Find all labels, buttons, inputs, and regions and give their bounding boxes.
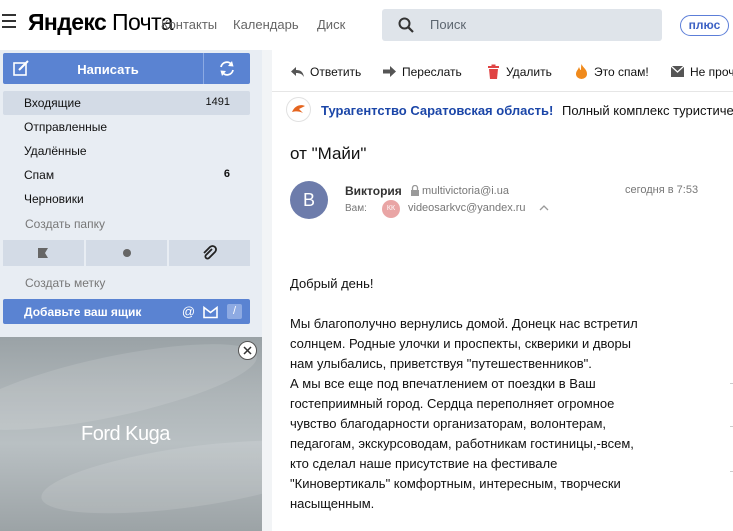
paperclip-icon [203,245,217,260]
folder-count: 1491 [205,96,230,108]
sidebar: Написать Входящие 1491 Отправленные Удал… [0,50,262,531]
body-line: нам улыбались, приветствуя "путешественн… [290,356,592,371]
spam-button[interactable]: Это спам! [574,64,649,79]
folder-count: 6 [223,168,230,180]
folder-name: Спам [24,168,55,182]
forward-icon [383,66,396,77]
refresh-icon [220,61,234,76]
body-line: солнцем. Родные улочки и проспекты, скве… [290,336,632,351]
body-line: "Киновертикаль" комфортным, интересным, … [290,476,621,491]
delete-label: Удалить [506,65,552,79]
refresh-button[interactable] [203,53,250,84]
close-icon[interactable] [238,341,257,360]
filter-bar [3,240,250,266]
message-snippet: Полный комплекс туристиче... [562,103,733,118]
folder-drafts[interactable]: Черновики [3,187,250,211]
gmail-icon [203,305,218,319]
folder-deleted[interactable]: Удалённые [3,139,250,163]
body-line: гостеприимный город. Сердца переполняет … [290,396,615,411]
chevron-up-icon[interactable] [539,204,549,212]
spam-label: Это спам! [594,65,649,79]
sender-org[interactable]: Турагентство Саратовская область! [321,103,553,118]
message-body: Добрый день! Мы благополучно вернулись д… [290,274,720,514]
forward-label: Переслать [402,65,462,79]
message-toolbar: Ответить Переслать Удалить Это спам! Не … [272,50,733,92]
body-greeting: Добрый день! [290,276,374,291]
create-label-link[interactable]: Создать метку [25,276,105,290]
delete-button[interactable]: Удалить [486,64,552,79]
search-input[interactable]: Поиск [382,9,662,41]
reply-button[interactable]: Ответить [290,65,361,79]
to-email[interactable]: videosarkvc@yandex.ru [408,202,526,214]
nav-disk[interactable]: Диск [317,17,345,32]
reply-label: Ответить [310,65,362,79]
folder-inbox[interactable]: Входящие 1491 [3,91,250,115]
dot-icon [123,249,131,257]
compose-label: Написать [77,62,139,77]
logo-brand: Яндекс [28,9,107,35]
message-subject-row: Турагентство Саратовская область! Полный… [272,95,733,125]
fire-icon [576,64,587,79]
add-mailbox-label: Добавьте ваш ящик [24,305,142,319]
mark-unread-button[interactable]: Не проч [670,65,733,79]
body-line: А мы все еще под впечатлением от поездки… [290,376,596,391]
flag-icon [38,248,48,258]
folder-spam[interactable]: Спам 6 [3,163,250,187]
body-line: насыщенным. [290,496,375,511]
avatar[interactable]: В [290,181,328,219]
from-email[interactable]: multivictoria@i.ua [422,185,509,197]
ad-title: Ford Kuga [81,423,170,445]
mark-unread-label: Не проч [690,65,733,79]
body-line: чувство благодарности организаторам, вол… [290,416,606,431]
folder-name: Входящие [24,96,81,110]
to-label: Вам: [345,203,367,214]
sender-logo-icon [286,97,311,122]
folder-name: Удалённые [24,144,87,158]
folder-sent[interactable]: Отправленные [3,115,250,139]
compose-button[interactable]: Написать [3,53,203,84]
create-folder-link[interactable]: Создать папку [25,217,105,231]
menu-icon[interactable] [2,14,16,30]
from-name[interactable]: Виктория [345,184,402,198]
reply-icon [291,67,304,77]
slash-icon: / [227,304,242,319]
envelope-icon [670,65,685,77]
folder-name: Черновики [24,192,84,206]
add-mailbox-button[interactable]: Добавьте ваш ящик @ / [3,299,250,324]
filter-unread[interactable] [86,240,167,266]
plus-button[interactable]: плюс [680,15,729,36]
search-icon [398,17,414,33]
at-icon: @ [181,304,196,319]
filter-attachments[interactable] [169,240,250,266]
search-placeholder: Поиск [430,17,467,32]
header: Яндекс Почта Контакты Календарь Диск Пои… [0,0,733,50]
lock-icon [411,185,419,196]
nav-contacts[interactable]: Контакты [161,17,217,32]
ad-banner[interactable]: Ford Kuga [0,337,262,531]
forward-button[interactable]: Переслать [382,65,462,79]
message-view: Ответить Переслать Удалить Это спам! Не … [272,50,733,531]
message-date: сегодня в 7:53 [625,184,699,196]
folder-name: Отправленные [24,120,108,134]
body-line: кто сделал наше присутствие на фестивале [290,456,558,471]
nav-calendar[interactable]: Календарь [233,17,299,32]
message-title: от "Майи" [290,144,367,163]
trash-icon [488,64,499,79]
recipient-avatar: КК [382,200,400,218]
filter-flagged[interactable] [3,240,84,266]
panel-divider[interactable] [262,50,272,531]
body-line: Мы благополучно вернулись домой. Донецк … [290,316,638,331]
body-line: педагогам, экскурсоводам, работникам гос… [290,436,634,451]
logo[interactable]: Яндекс Почта [28,9,173,36]
